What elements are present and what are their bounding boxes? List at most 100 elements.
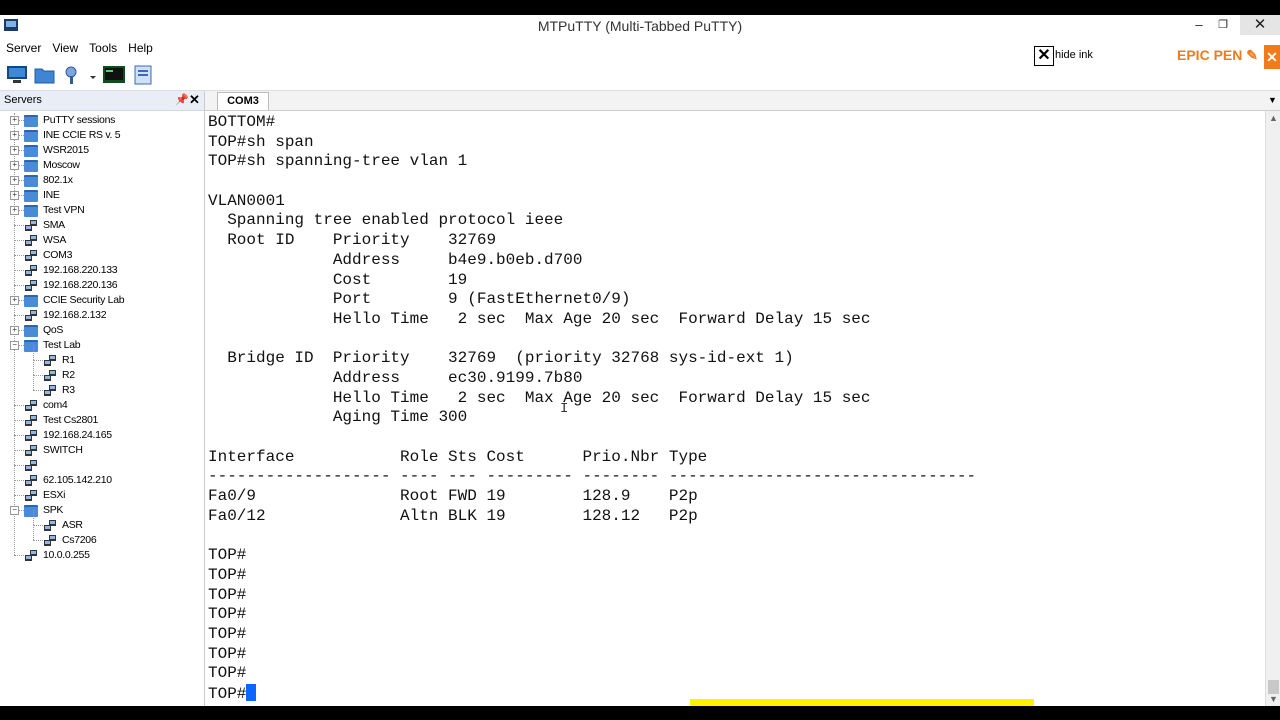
terminal-line: TOP#sh span [208,132,314,151]
tab-list-dropdown-icon[interactable]: ▼ [1268,95,1277,105]
tree-connector [14,555,24,556]
menu-tools[interactable]: Tools [83,39,122,57]
toolbar [0,63,300,89]
tree-folder[interactable]: + Moscow [0,158,204,173]
tree-item-label: com4 [43,399,68,411]
tree-session[interactable]: 62.105.142.210 [0,473,204,488]
tree-folder[interactable]: + CCIE Security Lab [0,293,204,308]
collapse-icon[interactable]: − [10,341,19,350]
tree-item-label: ESXi [43,489,66,501]
scroll-thumb[interactable] [1268,680,1279,694]
tree-session[interactable]: Test Cs2801 [0,413,204,428]
expand-icon[interactable]: + [10,326,19,335]
terminal-line: Port 9 (FastEthernet0/9) [208,290,631,309]
tree-item-label: INE [43,189,60,201]
tree-folder[interactable]: + WSR2015 [0,143,204,158]
hide-ink-checkbox[interactable]: ✕ [1034,46,1054,66]
menu-help[interactable]: Help [122,39,158,57]
terminal-output: BOTTOM# TOP#sh span TOP#sh spanning-tree v… [208,113,976,704]
scroll-up-arrow[interactable]: ▲ [1269,113,1278,123]
servers-panel-header: Servers 📌 ✕ [0,91,204,111]
tree-item-label: R2 [62,369,75,381]
tree-folder[interactable]: − SPK [0,503,204,518]
tree-session[interactable]: 192.168.2.132 [0,308,204,323]
tree-session[interactable]: R1 [0,345,204,368]
tree-session[interactable]: 192.168.24.165 [0,428,204,443]
terminal-line: TOP# [208,664,247,683]
tree-session[interactable]: R2 [0,360,204,383]
chevron-down-icon[interactable] [89,65,97,85]
epic-pen-close-button[interactable]: ✕ [1264,45,1280,69]
terminal-line: Address b4e9.b0eb.d700 [208,250,583,269]
tree-session[interactable] [0,458,204,473]
folder-icon [24,115,38,127]
tree-session[interactable]: ESXi [0,488,204,503]
tree-session[interactable]: ASR [0,510,204,533]
restore-button[interactable]: ❐ [1212,15,1234,35]
menu-view[interactable]: View [46,39,83,57]
tree-session[interactable]: SWITCH [0,443,204,458]
terminal-scrollbar[interactable]: ▲ ▼ [1265,111,1280,706]
terminal-icon[interactable] [102,65,126,85]
settings-icon[interactable] [62,65,84,85]
tree-session[interactable]: 10.0.0.255 [0,548,204,563]
servers-panel-title: Servers [4,94,42,106]
ibeam-cursor-icon: I [560,401,569,417]
terminal-line: Cost 19 [208,270,468,289]
expand-icon[interactable]: + [10,176,19,185]
folder-icon [24,145,38,157]
terminal-window[interactable]: BOTTOM# TOP#sh span TOP#sh spanning-tree v… [205,111,1265,706]
terminal-line: BOTTOM# [208,113,276,131]
session-icon [25,265,37,276]
terminal-line: TOP# [208,565,247,584]
tree-item-label: Test VPN [43,204,85,216]
tree-connector [33,375,43,376]
tree-session[interactable]: R3 [0,375,204,398]
tree-folder[interactable]: − Test Lab [0,338,204,353]
terminal-line: Fa0/9 Root FWD 19 128.9 P2p [208,487,698,506]
tree-session[interactable]: 192.168.220.133 [0,263,204,278]
close-window-button[interactable]: ✕ [1240,15,1280,35]
expand-icon[interactable]: + [10,146,19,155]
tree-session[interactable]: WSA [0,233,204,248]
script-icon[interactable] [132,65,154,85]
expand-icon[interactable]: + [10,296,19,305]
expand-icon[interactable]: + [10,116,19,125]
pin-icon[interactable]: 📌 [175,93,189,106]
tree-folder[interactable]: +802.1x [0,173,204,188]
expand-icon[interactable]: + [10,191,19,200]
minimize-button[interactable]: ‒ [1188,15,1210,35]
tree-connector [14,225,24,226]
close-panel-icon[interactable]: ✕ [189,92,200,108]
folder-icon [24,130,38,142]
expand-icon[interactable]: + [10,131,19,140]
tree-folder[interactable]: + PuTTY sessions [0,113,204,128]
terminal-line: VLAN0001 [208,191,285,210]
expand-icon[interactable]: + [10,161,19,170]
tree-folder[interactable]: + INE CCIE RS v. 5 [0,128,204,143]
open-folder-icon[interactable] [34,65,56,85]
tab-com3[interactable]: COM3 [217,92,269,110]
tree-folder[interactable]: + QoS [0,323,204,338]
tree-session[interactable]: com4 [0,398,204,413]
tree-connector [14,435,24,436]
menu-server[interactable]: Server [0,39,46,57]
session-icon [25,310,37,321]
tree-folder[interactable]: + Test VPN [0,203,204,218]
terminal-line: Address ec30.9199.7b80 [208,368,583,387]
scroll-down-arrow[interactable]: ▼ [1269,694,1278,704]
tree-session[interactable]: COM3 [0,248,204,263]
tree-session[interactable]: SMA [0,218,204,233]
expand-icon[interactable]: + [10,206,19,215]
collapse-icon[interactable]: − [10,506,19,515]
tree-item-label: 192.168.220.133 [43,264,118,276]
folder-icon [24,340,38,352]
tree-folder[interactable]: + INE [0,188,204,203]
epic-pen-logo: EPIC PEN ✎ [1177,47,1258,63]
tree-connector [14,255,24,256]
connect-icon[interactable] [6,65,28,85]
tree-session[interactable]: 192.168.220.136 [0,278,204,293]
window-title: MTPuTTY (Multi-Tabbed PuTTY) [537,18,743,34]
tree-session[interactable]: Cs7206 [0,525,204,548]
